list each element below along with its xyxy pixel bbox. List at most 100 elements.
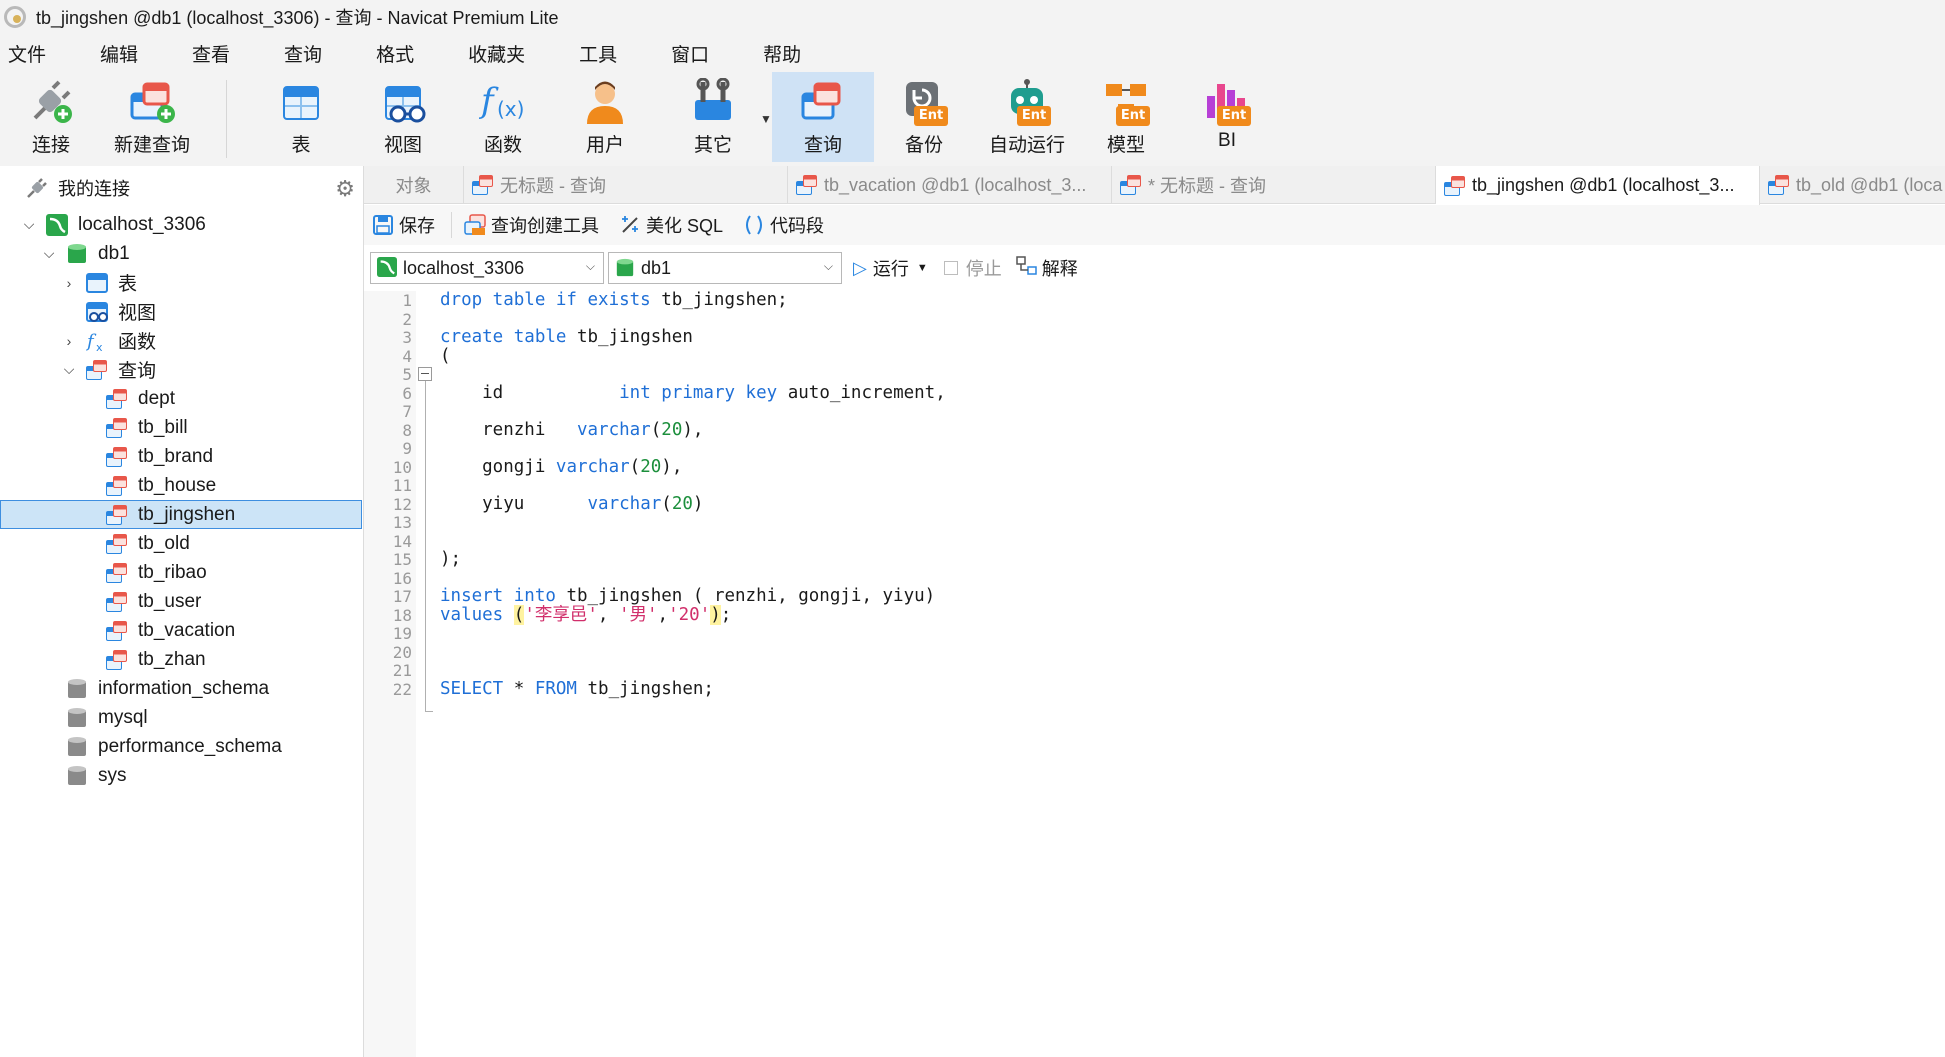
run-button[interactable]: ▷ 运行 ▼ <box>853 255 928 281</box>
tree-item-views[interactable]: 视图 <box>0 297 362 326</box>
query-icon <box>106 649 128 671</box>
tab-untitled-query-modified[interactable]: * 无标题 - 查询 <box>1112 166 1436 204</box>
code-text: SELECT * FROM tb_jingshen; <box>440 678 714 701</box>
menu-tools[interactable]: 工具 <box>579 40 617 67</box>
stop-button[interactable]: 停止 <box>943 255 1002 281</box>
database-select[interactable]: db1 ⌵ <box>608 252 842 284</box>
beautify-sql-button[interactable]: 美化 SQL <box>619 212 723 238</box>
other-button[interactable]: 其它 <box>678 72 748 162</box>
tree-item-connection[interactable]: ⌵ localhost_3306 <box>0 210 362 239</box>
tab-untitled-query[interactable]: 无标题 - 查询 <box>464 166 788 204</box>
menu-file[interactable]: 文件 <box>8 40 46 67</box>
query-builder-button[interactable]: 查询创建工具 <box>464 212 599 238</box>
menu-window[interactable]: 窗口 <box>671 40 709 67</box>
main-toolbar: 连接 新建查询 表 视图 f (x) 函数 用户 其它 ▼ 查询 Ent 备份 … <box>0 72 1945 166</box>
query-icon <box>106 620 128 642</box>
fold-guide-end <box>425 711 433 712</box>
navicat-app-icon <box>4 6 26 28</box>
tree-item-information-schema[interactable]: information_schema <box>0 674 362 703</box>
code-line[interactable]: 22 SELECT * FROM tb_jingshen; <box>364 678 1945 701</box>
chevron-right-icon[interactable]: › <box>62 333 76 349</box>
connections-header: 我的连接 ⚙ <box>0 166 363 210</box>
query-item-tb-brand[interactable]: tb_brand <box>0 442 362 471</box>
query-icon <box>106 388 128 410</box>
query-item-tb-user[interactable]: tb_user <box>0 587 362 616</box>
chevron-down-icon[interactable]: ⌵ <box>62 361 76 378</box>
query-icon <box>1444 175 1466 197</box>
query-button[interactable]: 查询 <box>772 72 874 162</box>
query-toolbar: 保存 查询创建工具 美化 SQL 代码段 <box>364 205 1945 245</box>
function-button[interactable]: f (x) 函数 <box>468 72 538 162</box>
table-button[interactable]: 表 <box>266 72 336 162</box>
tree-item-sys[interactable]: sys <box>0 761 362 790</box>
chevron-right-icon[interactable]: › <box>62 275 76 291</box>
ent-badge: Ent <box>1116 106 1150 126</box>
chevron-down-icon[interactable]: ⌵ <box>22 216 36 233</box>
query-icon <box>1768 174 1790 196</box>
tree-item-performance-schema[interactable]: performance_schema <box>0 732 362 761</box>
query-icon <box>106 446 128 468</box>
tree-item-tables[interactable]: › 表 <box>0 268 362 297</box>
other-dropdown-chevron-icon[interactable]: ▼ <box>760 112 772 126</box>
chevron-down-icon: ⌵ <box>585 259 595 273</box>
query-builder-icon <box>464 214 486 236</box>
query-item-tb-zhan[interactable]: tb_zhan <box>0 645 362 674</box>
menu-view[interactable]: 查看 <box>192 40 230 67</box>
sql-editor[interactable]: 1 drop table if exists tb_jingshen; 2 3 crea… <box>364 290 1945 1057</box>
save-button[interactable]: 保存 <box>372 212 435 238</box>
tab-tb-vacation[interactable]: tb_vacation @db1 (localhost_3... <box>788 166 1112 204</box>
query-item-tb-jingshen[interactable]: tb_jingshen <box>0 500 362 529</box>
connect-button[interactable]: 连接 <box>12 72 90 162</box>
toolbar-divider <box>226 80 227 158</box>
menu-format[interactable]: 格式 <box>376 40 414 67</box>
tree-item-functions[interactable]: › fx 函数 <box>0 326 362 355</box>
menu-help[interactable]: 帮助 <box>763 40 801 67</box>
code-token: tb_jingshen <box>566 327 693 347</box>
sparkle-icon <box>619 214 641 236</box>
user-button[interactable]: 用户 <box>570 72 640 162</box>
tree-item-mysql[interactable]: mysql <box>0 703 362 732</box>
query-item-tb-vacation[interactable]: tb_vacation <box>0 616 362 645</box>
database-icon <box>66 243 88 265</box>
query-item-tb-ribao[interactable]: tb_ribao <box>0 558 362 587</box>
user-icon <box>581 78 629 126</box>
database-icon <box>66 736 88 758</box>
tab-tb-jingshen[interactable]: tb_jingshen @db1 (localhost_3... <box>1436 166 1760 205</box>
query-icon <box>799 78 847 126</box>
tree-item-database[interactable]: ⌵ db1 <box>0 239 362 268</box>
menu-favorites[interactable]: 收藏夹 <box>468 40 525 67</box>
backup-button[interactable]: Ent 备份 <box>888 72 960 162</box>
query-item-tb-old[interactable]: tb_old <box>0 529 362 558</box>
tab-tb-old[interactable]: tb_old @db1 (loca <box>1760 166 1945 204</box>
explain-button[interactable]: 解释 <box>1015 255 1078 282</box>
view-icon <box>379 78 427 126</box>
query-icon <box>106 562 128 584</box>
view-button[interactable]: 视图 <box>368 72 438 162</box>
database-icon <box>66 765 88 787</box>
new-query-button[interactable]: 新建查询 <box>108 72 196 162</box>
connection-select[interactable]: localhost_3306 ⌵ <box>370 252 604 284</box>
tree-item-queries[interactable]: ⌵ 查询 <box>0 355 362 384</box>
code-snippet-button[interactable]: 代码段 <box>743 212 824 238</box>
database-icon <box>66 678 88 700</box>
bi-button[interactable]: Ent BI <box>1192 72 1262 162</box>
query-item-tb-bill[interactable]: tb_bill <box>0 413 362 442</box>
menu-query[interactable]: 查询 <box>284 40 322 67</box>
svg-text:x: x <box>96 341 103 352</box>
chevron-down-icon[interactable]: ⌵ <box>42 245 56 262</box>
new-query-icon <box>128 78 176 126</box>
query-icon <box>106 475 128 497</box>
menu-edit[interactable]: 编辑 <box>100 40 138 67</box>
query-item-dept[interactable]: dept <box>0 384 362 413</box>
run-dropdown-chevron-icon[interactable]: ▼ <box>917 262 928 274</box>
automation-button[interactable]: Ent 自动运行 <box>984 72 1070 162</box>
ent-badge: Ent <box>1217 106 1251 126</box>
tab-objects[interactable]: 对象 <box>364 166 464 204</box>
query-icon <box>106 533 128 555</box>
query-item-tb-house[interactable]: tb_house <box>0 471 362 500</box>
connections-title: 我的连接 <box>58 179 130 199</box>
gear-icon[interactable]: ⚙ <box>335 176 355 202</box>
code-token: insert into <box>440 586 556 606</box>
model-button[interactable]: Ent 模型 <box>1090 72 1162 162</box>
connection-panel: 我的连接 ⚙ ⌵ localhost_3306 ⌵ db1 › 表 视图 › f… <box>0 166 364 1057</box>
